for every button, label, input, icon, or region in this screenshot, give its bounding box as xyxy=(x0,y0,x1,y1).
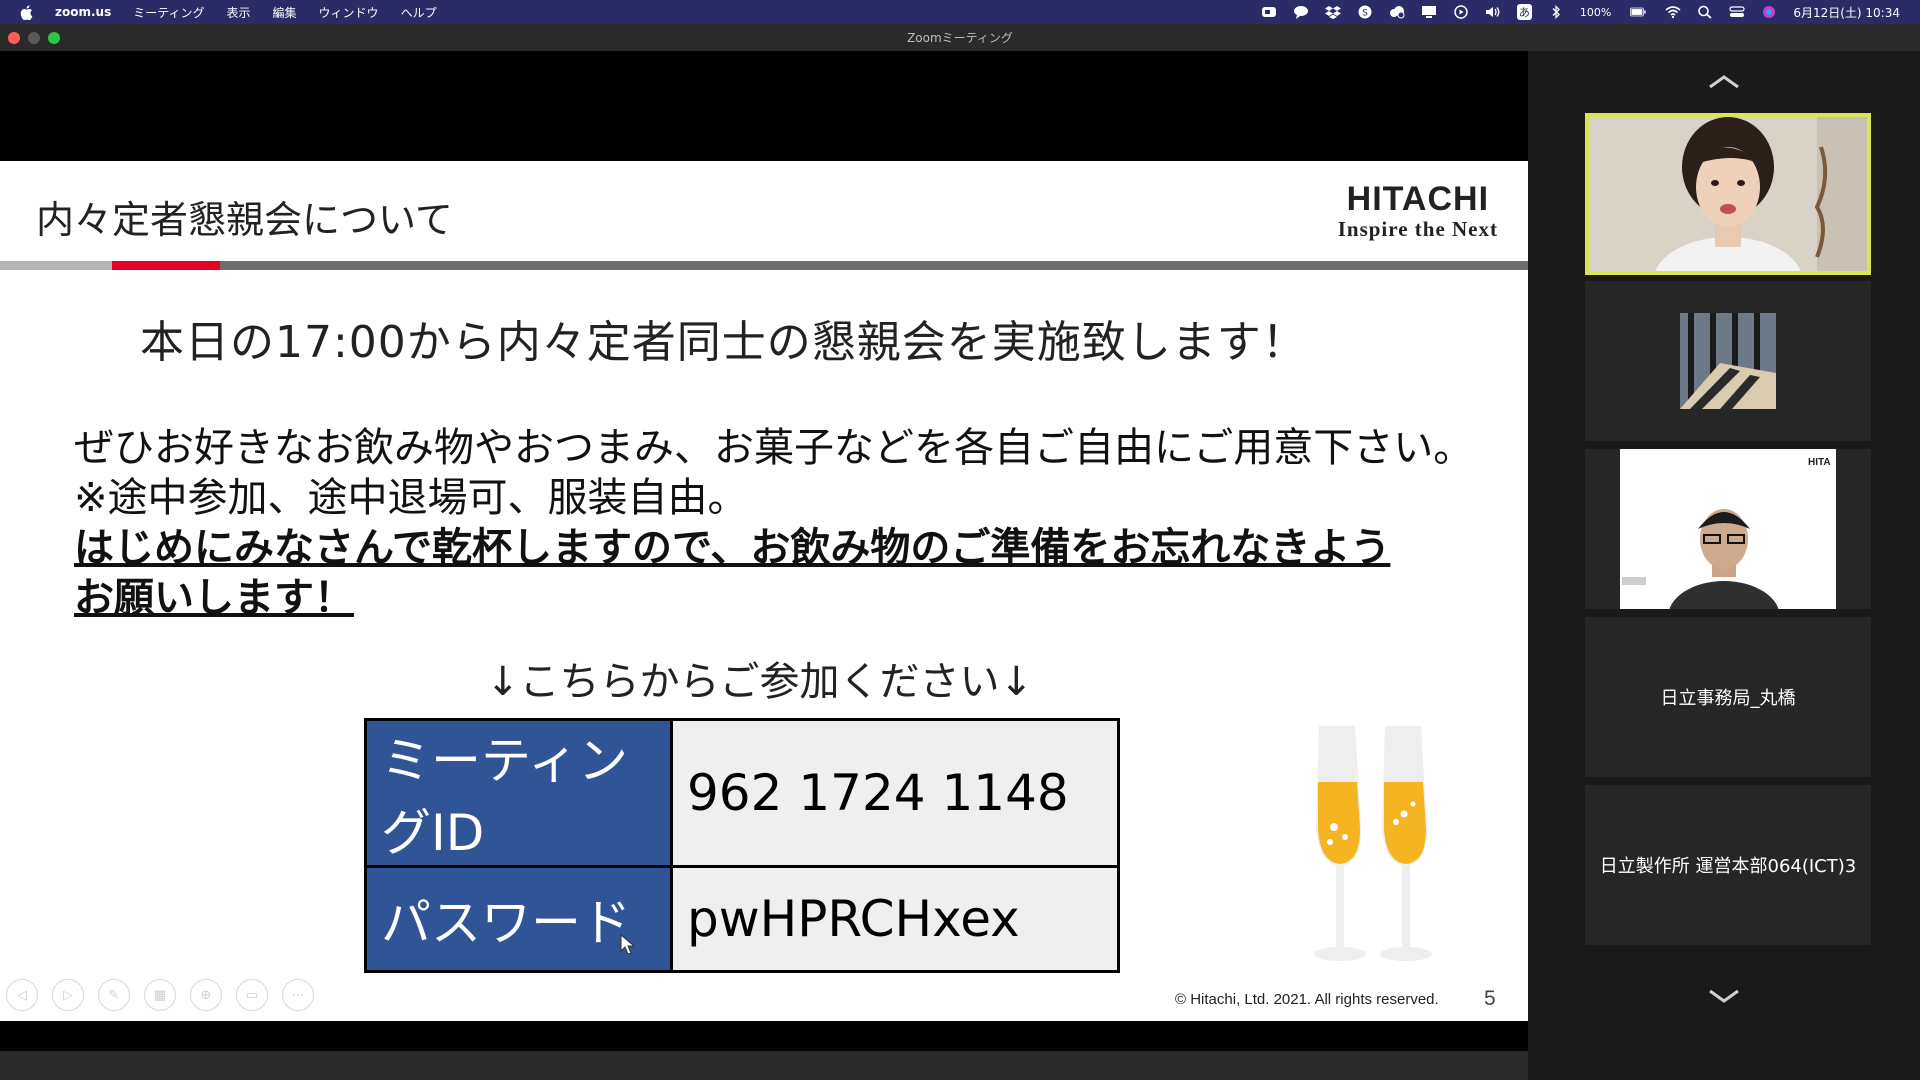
zoom-icon[interactable] xyxy=(1261,5,1277,19)
control-center-icon[interactable] xyxy=(1729,5,1745,19)
presentation-slide: 内々定者懇親会について HITACHI Inspire the Next 本日の… xyxy=(0,161,1528,1021)
previous-slide-button[interactable]: ◁ xyxy=(6,979,38,1011)
creative-cloud-icon[interactable] xyxy=(1389,5,1405,19)
battery-icon[interactable] xyxy=(1627,5,1649,19)
menubar-datetime[interactable]: 6月12日(土) 10:34 xyxy=(1793,4,1900,21)
pen-tool-button[interactable]: ✎ xyxy=(98,979,130,1011)
body-line-3-emphasis: はじめにみなさんで乾杯しますので、お飲み物のご準備をお忘れなきよう xyxy=(74,525,1391,571)
body-line-4-emphasis: お願いします！ xyxy=(74,575,354,621)
next-slide-button[interactable]: ▷ xyxy=(52,979,84,1011)
table-row: ミーティングID 962 1724 1148 xyxy=(364,718,1120,868)
slide-headline: 本日の17:00から内々定者同士の懇親会を実施致します！ xyxy=(140,317,1307,368)
svg-text:S: S xyxy=(1362,9,1368,19)
participant-video: HITA xyxy=(1620,449,1836,609)
input-method-icon[interactable]: あ xyxy=(1516,4,1532,20)
wifi-icon[interactable] xyxy=(1665,5,1681,19)
participant-tile[interactable]: 日立事務局_丸橋 xyxy=(1585,617,1871,777)
participant-name: 日立製作所 運営本部064(ICT)3 xyxy=(1599,856,1857,877)
slide-title: 内々定者懇親会について xyxy=(36,198,453,242)
participant-tile-active-speaker[interactable] xyxy=(1585,113,1871,275)
bluetooth-icon[interactable] xyxy=(1548,5,1564,19)
participant-video xyxy=(1589,117,1867,271)
skype-icon[interactable]: S xyxy=(1357,5,1373,19)
menu-view[interactable]: 表示 xyxy=(227,4,251,21)
title-divider xyxy=(0,261,1528,270)
dropbox-icon[interactable] xyxy=(1324,5,1341,19)
svg-text:HITA: HITA xyxy=(1808,457,1831,468)
chevron-up-icon[interactable] xyxy=(1704,71,1744,91)
participant-tile[interactable]: 日立製作所 運営本部064(ICT)3 xyxy=(1585,785,1871,945)
chat-icon[interactable] xyxy=(1293,5,1309,19)
window-close-button[interactable] xyxy=(8,32,20,44)
window-titlebar: Zoomミーティング xyxy=(0,24,1920,51)
window-fullscreen-button[interactable] xyxy=(48,32,60,44)
window-title: Zoomミーティング xyxy=(907,31,1013,45)
title-divider-accent xyxy=(112,261,220,270)
slideshow-controls: ◁ ▷ ✎ ▦ ⊕ ▭ ⋯ xyxy=(6,979,314,1011)
champagne-glasses-illustration xyxy=(1314,726,1432,961)
participant-tile[interactable]: HITA xyxy=(1585,449,1871,609)
apple-icon[interactable] xyxy=(20,4,33,20)
menu-meeting[interactable]: ミーティング xyxy=(133,4,204,21)
title-divider-light-segment xyxy=(0,261,112,270)
volume-icon[interactable] xyxy=(1485,5,1501,19)
body-line-1: ぜひお好きなお飲み物やおつまみ、お菓子などを各自ご自由にご用意下さい。 xyxy=(74,425,1474,471)
meeting-id-value: 962 1724 1148 xyxy=(670,718,1120,868)
table-row: パスワード pwHPRCHxex xyxy=(364,865,1120,973)
mouse-cursor-icon xyxy=(620,934,636,955)
menu-app-name[interactable]: zoom.us xyxy=(55,5,111,19)
subtitles-button[interactable]: ▭ xyxy=(236,979,268,1011)
hitachi-logo: HITACHI Inspire the Next xyxy=(1338,181,1498,241)
password-value: pwHPRCHxex xyxy=(670,865,1120,973)
logo-tagline: Inspire the Next xyxy=(1337,217,1498,241)
display-icon[interactable] xyxy=(1421,5,1437,19)
participant-tile[interactable] xyxy=(1585,281,1871,441)
meeting-id-label: ミーティングID xyxy=(364,718,673,868)
menu-window[interactable]: ウィンドウ xyxy=(319,4,379,21)
menu-help[interactable]: ヘルプ xyxy=(401,4,437,21)
search-icon[interactable] xyxy=(1697,5,1713,19)
join-instruction: ↓こちらからご参加ください↓ xyxy=(486,659,1034,705)
more-options-button[interactable]: ⋯ xyxy=(282,979,314,1011)
body-line-2: ※途中参加、途中退場可、服装自由。 xyxy=(74,475,748,521)
siri-icon[interactable] xyxy=(1761,5,1777,19)
participant-video xyxy=(1680,313,1776,409)
chevron-down-icon[interactable] xyxy=(1704,987,1744,1007)
window-bottom-strip xyxy=(0,1051,1528,1080)
macos-menubar: zoom.us ミーティング 表示 編集 ウィンドウ ヘルプ S あ 100% … xyxy=(0,0,1920,24)
logo-brand: HITACHI xyxy=(1346,180,1490,218)
participant-name: 日立事務局_丸橋 xyxy=(1660,688,1796,709)
slide-page-number: 5 xyxy=(1484,987,1496,1010)
zoom-slide-button[interactable]: ⊕ xyxy=(190,979,222,1011)
meeting-info-table: ミーティングID 962 1724 1148 パスワード pwHPRCHxex xyxy=(364,718,1120,973)
slide-copyright: © Hitachi, Ltd. 2021. All rights reserve… xyxy=(1175,991,1439,1008)
battery-percent: 100% xyxy=(1579,5,1612,19)
screen-share-area: 内々定者懇親会について HITACHI Inspire the Next 本日の… xyxy=(0,51,1528,1051)
menu-edit[interactable]: 編集 xyxy=(273,4,297,21)
participants-gallery: HITA 日立事務局_丸橋 日立製作所 運営本部064(ICT)3 xyxy=(1528,51,1920,1080)
see-all-slides-button[interactable]: ▦ xyxy=(144,979,176,1011)
window-minimize-button[interactable] xyxy=(28,32,40,44)
play-icon[interactable] xyxy=(1453,5,1469,19)
